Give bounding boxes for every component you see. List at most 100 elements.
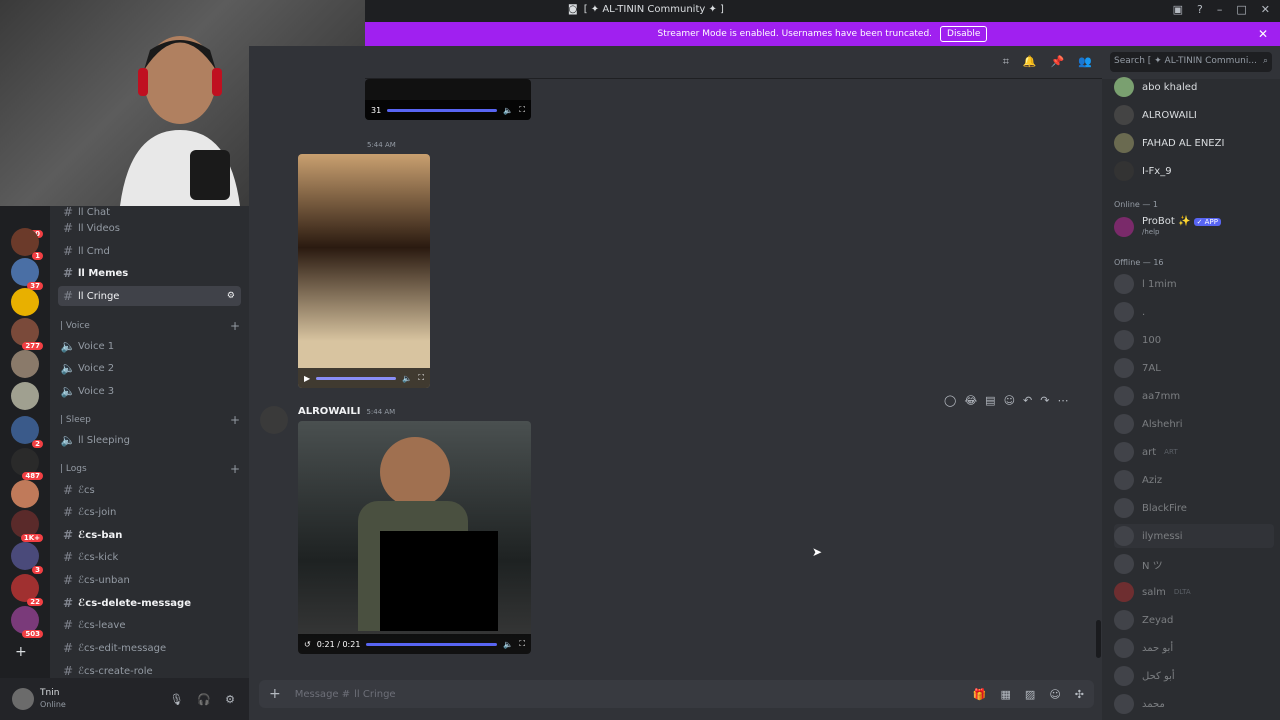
- add-reaction-icon[interactable]: ☺: [1004, 394, 1015, 407]
- channel-item-log[interactable]: # ℰcs: [58, 480, 241, 500]
- fullscreen-icon[interactable]: ⛶: [519, 639, 525, 649]
- member-item[interactable]: I-Fx_9: [1114, 159, 1172, 183]
- voice-channel-2[interactable]: 🔈 Voice 2: [58, 358, 241, 378]
- category-sleep[interactable]: | Sleep +: [60, 413, 240, 427]
- member-item[interactable]: أبو كحل: [1114, 664, 1175, 688]
- settings-icon[interactable]: ⚙: [227, 291, 235, 301]
- member-item-bot[interactable]: ProBot ✨ ✓ APP /help: [1114, 215, 1221, 239]
- server-icon[interactable]: 22: [11, 574, 43, 606]
- emoji-icon[interactable]: ▤: [985, 394, 995, 407]
- threads-icon[interactable]: ⌗: [1003, 55, 1009, 69]
- fullscreen-icon[interactable]: ⛶: [418, 373, 424, 383]
- member-item[interactable]: .: [1114, 300, 1145, 324]
- gif-icon[interactable]: ▦: [1001, 688, 1011, 701]
- more-icon[interactable]: ⋯: [1057, 394, 1068, 407]
- channel-item-log-delete[interactable]: # ℰcs-delete-message: [58, 593, 241, 613]
- channel-item-log-edit[interactable]: # ℰcs-edit-message: [58, 638, 241, 658]
- channel-item-log-ban[interactable]: # ℰcs-ban: [58, 525, 241, 545]
- member-item[interactable]: N ツ: [1114, 552, 1163, 576]
- close-icon[interactable]: ✕: [1258, 27, 1268, 41]
- category-voice[interactable]: | Voice +: [60, 319, 240, 333]
- video-attachment[interactable]: ▶ 🔈 ⛶: [298, 154, 430, 388]
- voice-channel-sleeping[interactable]: 🔈 ll Sleeping: [58, 430, 241, 450]
- channel-item-videos[interactable]: # ll Videos: [58, 218, 241, 238]
- member-item[interactable]: ilymessi: [1114, 524, 1274, 548]
- member-item[interactable]: Alshehri: [1114, 412, 1183, 436]
- member-item[interactable]: 100: [1114, 328, 1161, 352]
- headphones-icon[interactable]: 🎧: [197, 693, 211, 706]
- inbox-icon[interactable]: ▣: [1173, 3, 1183, 16]
- server-icon[interactable]: 3: [11, 542, 43, 574]
- avatar[interactable]: [12, 688, 34, 710]
- message-author[interactable]: ALROWAILI: [298, 406, 360, 417]
- disable-button[interactable]: Disable: [940, 26, 988, 42]
- microphone-icon[interactable]: 🎙: [169, 693, 183, 706]
- member-item[interactable]: Aziz: [1114, 468, 1162, 492]
- video-progress[interactable]: [316, 376, 397, 380]
- member-item[interactable]: art ART: [1114, 440, 1178, 464]
- video-progress[interactable]: [366, 642, 498, 646]
- member-item[interactable]: محمد: [1114, 692, 1165, 716]
- avatar[interactable]: [260, 406, 288, 434]
- attach-icon[interactable]: +: [269, 686, 281, 702]
- voice-channel-1[interactable]: 🔈 Voice 1: [58, 336, 241, 356]
- close-button[interactable]: ✕: [1261, 3, 1270, 16]
- server-icon[interactable]: 2: [11, 416, 43, 448]
- video-attachment[interactable]: 31 🔈 ⛶: [365, 79, 531, 120]
- member-item[interactable]: 7AL: [1114, 356, 1161, 380]
- add-channel-icon[interactable]: +: [230, 319, 240, 333]
- emoji-laugh-icon[interactable]: 😂: [964, 394, 977, 407]
- member-item[interactable]: l 1mim: [1114, 272, 1177, 296]
- channel-item-log-kick[interactable]: # ℰcs-kick: [58, 547, 241, 567]
- emoji-icon[interactable]: ☺: [1049, 688, 1060, 701]
- replay-icon[interactable]: ↺: [304, 640, 311, 649]
- volume-icon[interactable]: 🔈: [503, 106, 513, 115]
- video-attachment[interactable]: ↺ 0:21 / 0:21 🔈 ⛶: [298, 421, 531, 654]
- search-input[interactable]: Search [ ✦ AL-TININ Communi... ⌕: [1110, 52, 1272, 72]
- member-item[interactable]: abo khaled: [1114, 75, 1197, 99]
- bell-icon[interactable]: 🔔: [1023, 55, 1037, 69]
- apps-icon[interactable]: ✣: [1075, 688, 1084, 701]
- members-icon[interactable]: 👥: [1078, 55, 1092, 69]
- server-icon[interactable]: 503: [11, 606, 43, 638]
- channel-item-memes[interactable]: # ll Memes: [58, 263, 241, 283]
- channel-item-cmd[interactable]: # ll Cmd: [58, 241, 241, 261]
- video-progress[interactable]: [387, 108, 498, 112]
- volume-icon[interactable]: 🔈: [402, 374, 412, 383]
- help-icon[interactable]: ?: [1197, 3, 1203, 16]
- voice-channel-3[interactable]: 🔈 Voice 3: [58, 381, 241, 401]
- server-icon[interactable]: [11, 350, 39, 378]
- server-icon[interactable]: 487: [11, 448, 43, 480]
- server-icon[interactable]: 1K+: [11, 510, 43, 542]
- server-icon[interactable]: 1: [11, 228, 43, 260]
- volume-icon[interactable]: 🔈: [503, 640, 513, 649]
- play-icon[interactable]: ▶: [304, 374, 310, 383]
- server-icon[interactable]: [11, 288, 39, 316]
- reply-icon[interactable]: ↶: [1023, 394, 1032, 407]
- server-icon[interactable]: [11, 382, 39, 410]
- member-item[interactable]: ALROWAILI: [1114, 103, 1197, 127]
- forward-icon[interactable]: ↷: [1040, 394, 1049, 407]
- sticker-icon[interactable]: ▨: [1025, 688, 1035, 701]
- server-icon[interactable]: 37: [11, 258, 43, 290]
- member-item[interactable]: FAHAD AL ENEZI: [1114, 131, 1224, 155]
- channel-item-log-unban[interactable]: # ℰcs-unban: [58, 570, 241, 590]
- add-server-icon[interactable]: +: [15, 644, 27, 660]
- member-item[interactable]: BlackFire: [1114, 496, 1187, 520]
- scrollbar[interactable]: [1096, 620, 1101, 658]
- pin-icon[interactable]: 📌: [1051, 55, 1065, 69]
- channel-item-log-leave[interactable]: # ℰcs-leave: [58, 615, 241, 635]
- maximize-button[interactable]: □: [1236, 3, 1246, 16]
- minimize-button[interactable]: –: [1217, 3, 1223, 16]
- reaction-icon[interactable]: ◯: [944, 394, 956, 407]
- member-item[interactable]: أبو حمد: [1114, 636, 1173, 660]
- gear-icon[interactable]: ⚙: [225, 693, 235, 706]
- server-icon[interactable]: [11, 480, 39, 508]
- fullscreen-icon[interactable]: ⛶: [519, 105, 525, 115]
- channel-item-cringe[interactable]: # ll Cringe ⚙: [58, 286, 241, 306]
- server-icon[interactable]: 277: [11, 318, 43, 350]
- category-logs[interactable]: | Logs +: [60, 462, 240, 476]
- gift-icon[interactable]: 🎁: [973, 688, 987, 701]
- channel-item-log-join[interactable]: # ℰcs-join: [58, 502, 241, 522]
- add-channel-icon[interactable]: +: [230, 413, 240, 427]
